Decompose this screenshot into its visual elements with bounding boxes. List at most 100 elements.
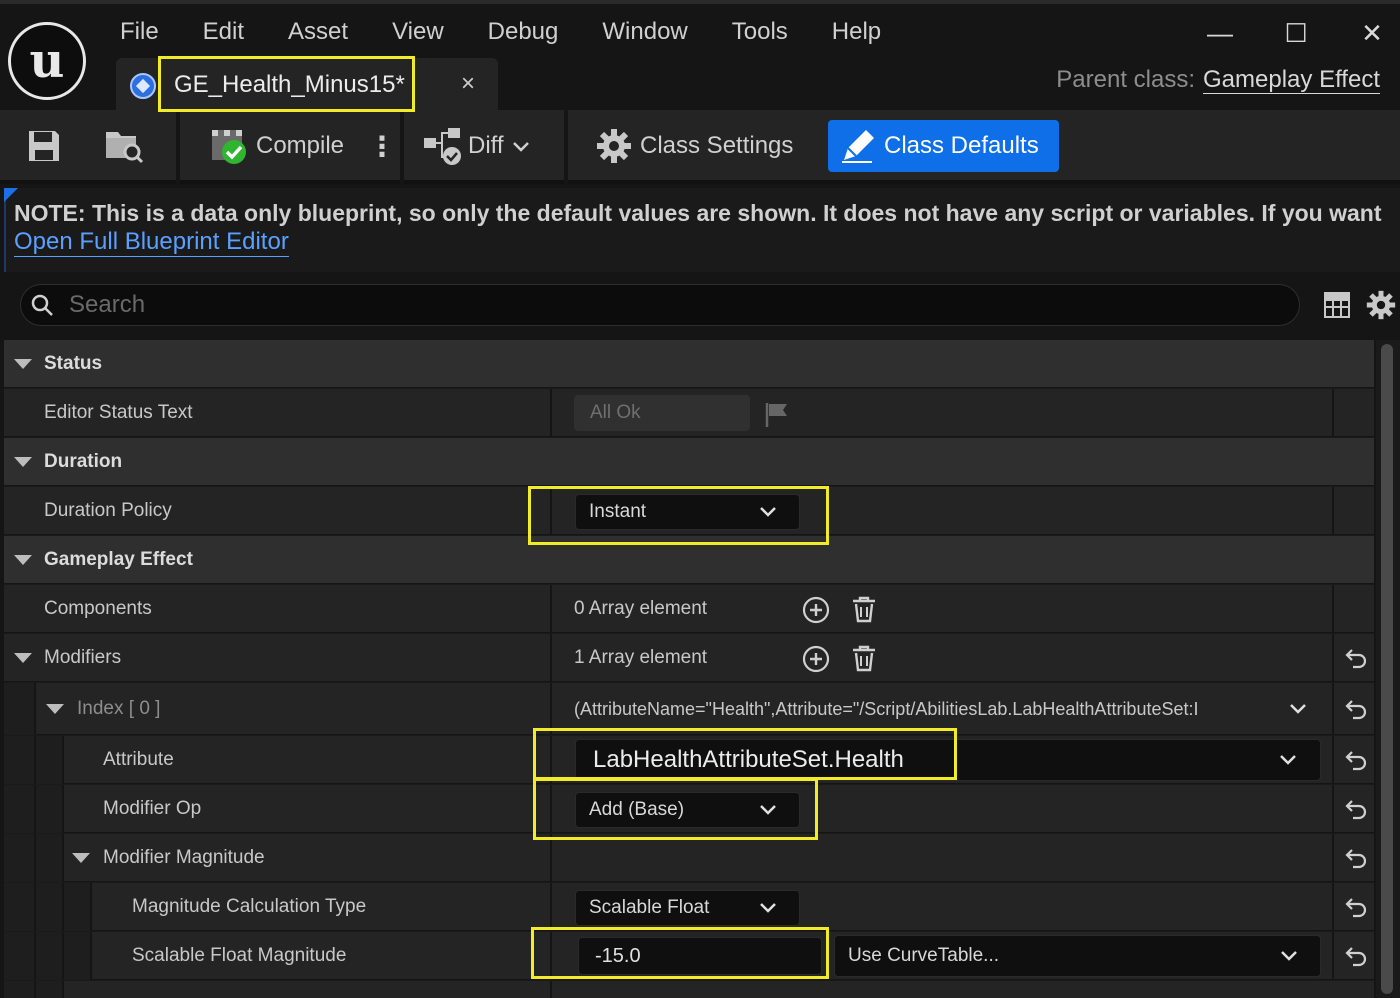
- collapse-arrow-icon[interactable]: [14, 457, 32, 467]
- search-icon: [31, 294, 53, 316]
- indent-guide: [4, 883, 36, 931]
- property-matrix-icon[interactable]: [1324, 292, 1350, 318]
- column-splitter[interactable]: [550, 834, 552, 882]
- open-full-editor-link[interactable]: Open Full Blueprint Editor: [14, 228, 289, 257]
- editor-status-field: All Ok: [574, 395, 750, 431]
- category-label: Duration: [44, 451, 123, 472]
- collapse-arrow-icon[interactable]: [72, 853, 90, 863]
- property-label: Scalable Float Magnitude: [132, 945, 347, 966]
- indent-guide: [36, 883, 64, 931]
- menu-tools[interactable]: Tools: [710, 14, 810, 54]
- add-element-icon[interactable]: [802, 596, 830, 624]
- menu-edit[interactable]: Edit: [181, 14, 266, 54]
- column-splitter[interactable]: [550, 634, 552, 682]
- edit-defaults-icon: [842, 130, 874, 163]
- browse-button[interactable]: [104, 120, 144, 172]
- reset-to-default-icon[interactable]: [1344, 797, 1368, 821]
- reset-to-default-icon[interactable]: [1344, 846, 1368, 870]
- collapse-arrow-icon[interactable]: [14, 555, 32, 565]
- property-row-index-0: Index [ 0 ] (AttributeName="Health",Attr…: [4, 683, 1374, 735]
- input-value: -15.0: [595, 945, 641, 967]
- chevron-down-icon: [1280, 755, 1296, 765]
- property-label: Editor Status Text: [44, 402, 193, 423]
- category-label: Status: [44, 353, 103, 374]
- category-duration[interactable]: Duration: [4, 438, 1374, 486]
- category-status[interactable]: Status: [4, 340, 1374, 388]
- indent-guide: [36, 736, 64, 784]
- collapse-arrow-icon[interactable]: [14, 359, 32, 369]
- tab-title: GE_Health_Minus15*: [174, 71, 405, 98]
- category-label: Gameplay Effect: [44, 549, 193, 570]
- search-input[interactable]: [69, 285, 1269, 325]
- scalable-float-input[interactable]: -15.0: [578, 937, 822, 975]
- unreal-logo-icon[interactable]: u: [8, 22, 86, 100]
- column-splitter[interactable]: [550, 785, 552, 833]
- magnitude-calc-type-dropdown[interactable]: Scalable Float: [575, 890, 800, 926]
- trash-icon[interactable]: [850, 644, 878, 672]
- class-settings-button[interactable]: Class Settings: [596, 120, 793, 172]
- menu-asset[interactable]: Asset: [266, 14, 370, 54]
- property-label: Duration Policy: [44, 500, 172, 521]
- category-gameplay-effect[interactable]: Gameplay Effect: [4, 536, 1374, 584]
- property-label: Attribute: [103, 749, 174, 770]
- indent-guide: [4, 683, 36, 735]
- column-splitter[interactable]: [550, 683, 552, 735]
- class-defaults-button[interactable]: Class Defaults: [828, 120, 1059, 172]
- add-element-icon[interactable]: [802, 645, 830, 673]
- property-row-modifier-op: Modifier Op Add (Base): [4, 785, 1374, 833]
- parent-class-link[interactable]: Gameplay Effect: [1203, 66, 1380, 94]
- column-splitter[interactable]: [550, 389, 552, 437]
- column-splitter: [1332, 932, 1334, 980]
- maximize-button[interactable]: ☐: [1266, 14, 1326, 54]
- attribute-dropdown[interactable]: LabHealthAttributeSet.Health: [575, 739, 1321, 781]
- details-scrollbar[interactable]: [1376, 340, 1400, 998]
- settings-gear-icon[interactable]: [1366, 290, 1396, 320]
- collapse-arrow-icon[interactable]: [14, 653, 32, 663]
- curve-table-dropdown[interactable]: Use CurveTable...: [834, 935, 1321, 977]
- reset-to-default-icon[interactable]: [1344, 646, 1368, 670]
- close-window-button[interactable]: ✕: [1342, 14, 1400, 54]
- compile-options-button[interactable]: ⋮: [368, 120, 396, 172]
- minimize-button[interactable]: —: [1190, 14, 1250, 54]
- asset-tab[interactable]: GE_Health_Minus15* ×: [116, 58, 498, 114]
- tab-close-button[interactable]: ×: [454, 64, 482, 104]
- save-button[interactable]: [26, 120, 62, 172]
- menu-window[interactable]: Window: [580, 14, 709, 54]
- chevron-down-icon[interactable]: [1290, 701, 1306, 717]
- column-splitter[interactable]: [550, 736, 552, 784]
- menu-help[interactable]: Help: [810, 14, 903, 54]
- property-label: Magnitude Calculation Type: [132, 896, 367, 917]
- column-splitter[interactable]: [550, 932, 552, 980]
- diff-button[interactable]: Diff: [422, 120, 530, 172]
- property-row-modifier-magnitude: Modifier Magnitude: [4, 834, 1374, 882]
- column-splitter[interactable]: [550, 883, 552, 931]
- modifier-op-dropdown[interactable]: Add (Base): [575, 792, 800, 828]
- reset-to-default-icon[interactable]: [1344, 748, 1368, 772]
- search-bar: [20, 284, 1300, 326]
- duration-policy-dropdown[interactable]: Instant: [575, 494, 800, 530]
- chevron-down-icon: [760, 805, 776, 815]
- collapse-arrow-icon[interactable]: [46, 704, 64, 714]
- property-row-duration-policy: Duration Policy Instant: [4, 487, 1374, 535]
- reset-to-default-icon[interactable]: [1344, 697, 1368, 721]
- flag-icon: [765, 403, 787, 427]
- reset-to-default-icon[interactable]: [1344, 944, 1368, 968]
- gear-icon: [597, 129, 631, 163]
- indent-guide: [4, 834, 36, 882]
- trash-icon[interactable]: [850, 595, 878, 623]
- chevron-down-icon: [760, 507, 776, 517]
- column-splitter: [1332, 634, 1334, 682]
- scrollbar-thumb[interactable]: [1381, 344, 1393, 994]
- column-splitter[interactable]: [550, 585, 552, 633]
- column-splitter[interactable]: [550, 487, 552, 535]
- class-settings-label: Class Settings: [640, 132, 794, 159]
- array-count: 0 Array element: [574, 598, 708, 619]
- indent-guide: [36, 981, 64, 998]
- menu-bar: File Edit Asset View Debug Window Tools …: [98, 14, 903, 54]
- menu-file[interactable]: File: [98, 14, 181, 54]
- menu-debug[interactable]: Debug: [466, 14, 581, 54]
- compile-button[interactable]: Compile: [210, 120, 344, 172]
- column-splitter: [1332, 883, 1334, 931]
- reset-to-default-icon[interactable]: [1344, 895, 1368, 919]
- menu-view[interactable]: View: [370, 14, 466, 54]
